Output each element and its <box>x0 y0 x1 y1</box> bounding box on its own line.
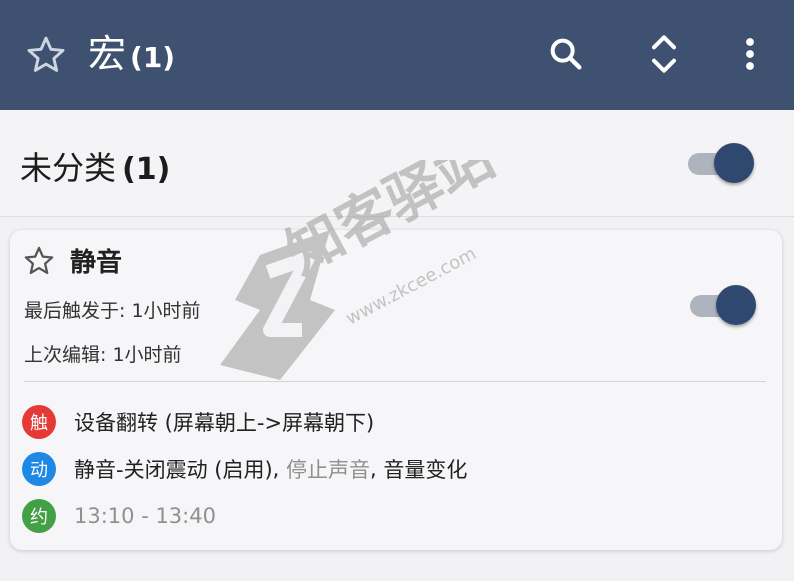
search-icon[interactable] <box>542 30 590 78</box>
star-outline-icon[interactable] <box>24 33 68 77</box>
page-title: 宏 (1) <box>88 30 175 82</box>
sort-icon[interactable] <box>640 30 688 78</box>
category-label: 未分类 <box>20 149 117 187</box>
favorite-star-icon[interactable] <box>22 244 56 278</box>
action-text-disabled: 停止声音 <box>286 458 370 482</box>
constraint-row: 约 13:10 - 13:40 <box>22 499 216 533</box>
toggle-knob <box>716 285 756 325</box>
action-badge: 动 <box>22 452 56 486</box>
macro-toggle[interactable] <box>690 285 756 325</box>
divider <box>24 381 766 382</box>
action-separator: , <box>272 457 286 481</box>
constraint-text: 13:10 - 13:40 <box>74 504 216 528</box>
action-text-main: 静音-关闭震动 (启用) <box>74 458 273 482</box>
more-vert-icon[interactable] <box>726 30 774 78</box>
trigger-row: 触 设备翻转 (屏幕朝上->屏幕朝下) <box>22 405 374 439</box>
constraint-badge: 约 <box>22 499 56 533</box>
action-row: 动 静音-关闭震动 (启用), 停止声音, 音量变化 <box>22 452 467 486</box>
page-title-text: 宏 <box>88 32 127 76</box>
toggle-knob <box>714 143 754 183</box>
macro-card[interactable]: 静音 最后触发于: 1小时前 上次编辑: 1小时前 触 设备翻转 (屏幕朝上->… <box>10 230 782 550</box>
action-separator: , <box>370 457 384 481</box>
page-title-count: (1) <box>130 41 176 74</box>
last-edited: 上次编辑: 1小时前 <box>24 344 182 366</box>
category-header[interactable]: 未分类 (1) <box>0 110 794 217</box>
trigger-text: 设备翻转 (屏幕朝上->屏幕朝下) <box>74 411 375 435</box>
category-toggle[interactable] <box>688 143 754 183</box>
trigger-badge: 触 <box>22 405 56 439</box>
action-text-tail: 音量变化 <box>383 458 468 482</box>
category-count: (1) <box>122 152 171 187</box>
macro-name: 静音 <box>70 248 123 278</box>
category-title: 未分类 (1) <box>20 148 170 190</box>
app-bar: 宏 (1) <box>0 0 794 110</box>
last-triggered: 最后触发于: 1小时前 <box>24 300 201 322</box>
